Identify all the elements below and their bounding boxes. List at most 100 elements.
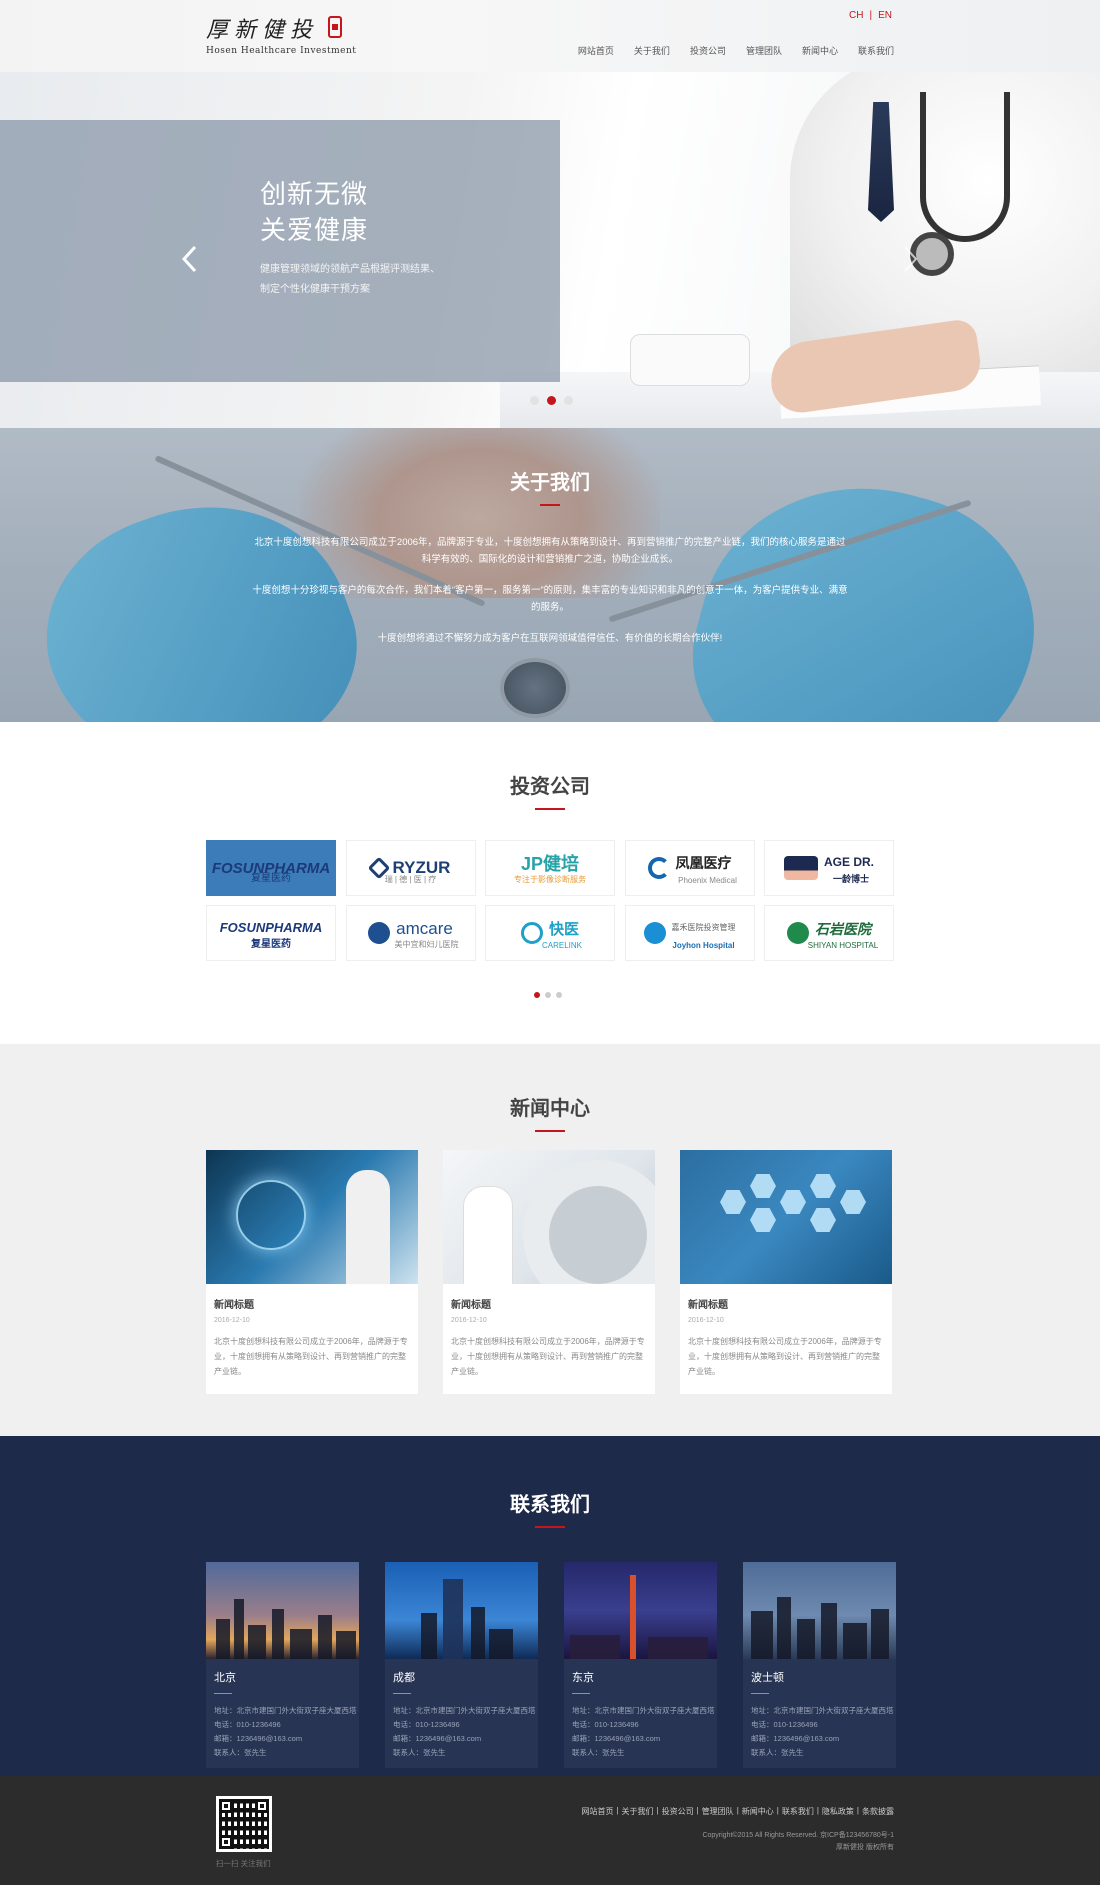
city-image: [564, 1562, 717, 1659]
portfolio-page-dot-3[interactable]: [556, 992, 562, 998]
office-card[interactable]: 成都 地址：北京市建国门外大街双子座大厦西塔 电话：010-1236496 邮箱…: [385, 1562, 538, 1768]
about-paragraph: 十度创想十分珍视与客户的每次合作，我们本着“客户第一，服务第一”的原则，集丰富的…: [252, 585, 848, 613]
office-card[interactable]: 东京 地址：北京市建国门外大街双子座大厦西塔 电话：010-1236496 邮箱…: [564, 1562, 717, 1768]
portfolio-logo-card[interactable]: amcare 美中宜和妇儿医院: [345, 905, 476, 961]
portfolio-logo-card[interactable]: RYZUR 瑞 | 德 | 医 | 疗: [345, 840, 476, 896]
office-city-name: 东京: [572, 1672, 594, 1684]
nav-about[interactable]: 关于我们: [634, 44, 670, 57]
portfolio-logo-card[interactable]: JP健培 专注于影像诊断服务: [485, 840, 615, 896]
portfolio-logo-grid: FOSUNPHARMA 复星医药 RYZUR 瑞 | 德 | 医 | 疗 JP健…: [206, 840, 896, 961]
office-card[interactable]: 波士顿 地址：北京市建国门外大街双子座大厦西塔 电话：010-1236496 邮…: [743, 1562, 896, 1768]
news-card-date: 2016-12-10: [688, 1317, 724, 1324]
footer-link-contact[interactable]: 联系我们: [782, 1806, 814, 1817]
lang-en-link[interactable]: EN: [878, 10, 892, 21]
qr-label: 扫一扫 关注我们: [216, 1859, 271, 1868]
office-email: 邮箱：1236496@163.com: [214, 1734, 303, 1743]
about-title: 关于我们: [510, 472, 590, 494]
slider-prev-arrow-icon[interactable]: [180, 244, 200, 274]
portfolio-title-underline: [535, 808, 565, 810]
slider-dots: [530, 396, 573, 405]
portfolio-title: 投资公司: [510, 776, 590, 798]
news-image: [206, 1150, 418, 1284]
nav-contact[interactable]: 联系我们: [858, 44, 894, 57]
footer-link-home[interactable]: 网站首页: [581, 1806, 613, 1817]
news-image: [443, 1150, 655, 1284]
news-title-underline: [535, 1130, 565, 1132]
footer-link-team[interactable]: 管理团队: [702, 1806, 734, 1817]
logo[interactable]: 厚新健投 Hosen Healthcare Investment: [206, 12, 366, 60]
office-city-name: 波士顿: [751, 1672, 784, 1684]
news-card-description: 北京十度创想科技有限公司成立于2006年，品牌源于专业，十度创想拥有从策略到设计…: [451, 1337, 645, 1376]
footer-link-terms[interactable]: 条款披露: [862, 1806, 894, 1817]
news-title: 新闻中心: [510, 1098, 590, 1120]
office-address: 地址：北京市建国门外大街双子座大厦西塔: [751, 1706, 894, 1715]
nav-home[interactable]: 网站首页: [578, 44, 614, 57]
portfolio-logo-card[interactable]: FOSUNPHARMA 复星医药: [206, 840, 336, 896]
office-contact-person: 联系人：张先生: [393, 1748, 446, 1757]
office-city-name: 北京: [214, 1672, 236, 1684]
portfolio-page-dot-1[interactable]: [534, 992, 540, 998]
slider-next-arrow-icon[interactable]: [900, 244, 920, 274]
slider-dot-2[interactable]: [547, 396, 556, 405]
hero-description: 健康管理领域的领航产品根据评测结果、 制定个性化健康干预方案: [260, 264, 440, 295]
office-email: 邮箱：1236496@163.com: [393, 1734, 482, 1743]
office-list: 北京 地址：北京市建国门外大街双子座大厦西塔 电话：010-1236496 邮箱…: [206, 1562, 896, 1768]
main-nav: 网站首页 关于我们 投资公司 管理团队 新闻中心 联系我们: [558, 44, 894, 57]
qr-code-icon: [216, 1796, 272, 1852]
news-card[interactable]: 新闻标题 2016-12-10 北京十度创想科技有限公司成立于2006年，品牌源…: [443, 1150, 655, 1394]
news-section: 新闻中心 新闻标题 2016-12-10 北京十度创想科技有限公司成立于2006…: [0, 1044, 1100, 1436]
portfolio-logo-card[interactable]: 石岩医院 SHIYAN HOSPITAL: [764, 905, 894, 961]
office-contact-person: 联系人：张先生: [751, 1748, 804, 1757]
portfolio-logo-card[interactable]: 嘉禾医院投资管理 Joyhon Hospital: [624, 905, 755, 961]
about-paragraph: 十度创想将通过不懈努力成为客户在互联网领域值得信任、有价值的长期合作伙伴!: [377, 633, 723, 644]
contact-section: 联系我们 北京 地址：北京市建国门外大街双子座大厦西塔 电话：010-12364…: [0, 1436, 1100, 1776]
city-image: [385, 1562, 538, 1659]
office-email: 邮箱：1236496@163.com: [751, 1734, 840, 1743]
news-card-description: 北京十度创想科技有限公司成立于2006年，品牌源于专业，十度创想拥有从策略到设计…: [688, 1337, 882, 1376]
office-contact-person: 联系人：张先生: [214, 1748, 267, 1757]
hero-slider: 创新无微 关爱健康 健康管理领域的领航产品根据评测结果、 制定个性化健康干预方案: [0, 72, 1100, 428]
portfolio-page-dot-2[interactable]: [545, 992, 551, 998]
about-text: 北京十度创想科技有限公司成立于2006年，品牌源于专业，十度创想拥有从策略到设计…: [250, 534, 850, 661]
news-card-title: 新闻标题: [214, 1300, 254, 1311]
nav-news[interactable]: 新闻中心: [802, 44, 838, 57]
about-title-underline: [540, 504, 560, 506]
city-image: [743, 1562, 896, 1659]
nav-portfolio[interactable]: 投资公司: [690, 44, 726, 57]
logo-english: Hosen Healthcare Investment: [206, 46, 357, 56]
portfolio-logo-card[interactable]: AGE DR. 一龄博士: [764, 840, 894, 896]
news-card-description: 北京十度创想科技有限公司成立于2006年，品牌源于专业，十度创想拥有从策略到设计…: [214, 1337, 408, 1376]
office-card[interactable]: 北京 地址：北京市建国门外大街双子座大厦西塔 电话：010-1236496 邮箱…: [206, 1562, 359, 1768]
language-switch: CH | EN: [849, 10, 892, 21]
lang-ch-link[interactable]: CH: [849, 10, 863, 21]
portfolio-logo-card[interactable]: 快医 CARELINK: [485, 905, 615, 961]
slider-dot-3[interactable]: [564, 396, 573, 405]
logo-chinese: 厚新健投: [206, 18, 319, 43]
news-card[interactable]: 新闻标题 2016-12-10 北京十度创想科技有限公司成立于2006年，品牌源…: [680, 1150, 892, 1394]
footer-link-portfolio[interactable]: 投资公司: [662, 1806, 694, 1817]
copyright: Copyright©2015 All Rights Reserved. 京ICP…: [702, 1832, 894, 1851]
about-paragraph: 北京十度创想科技有限公司成立于2006年，品牌源于专业，十度创想拥有从策略到设计…: [254, 537, 846, 565]
slider-dot-1[interactable]: [530, 396, 539, 405]
footer-link-about[interactable]: 关于我们: [622, 1806, 654, 1817]
nav-team[interactable]: 管理团队: [746, 44, 782, 57]
office-phone: 电话：010-1236496: [751, 1720, 818, 1729]
office-contact-person: 联系人：张先生: [572, 1748, 625, 1757]
footer-link-privacy[interactable]: 隐私政策: [822, 1806, 854, 1817]
office-phone: 电话：010-1236496: [572, 1720, 639, 1729]
office-address: 地址：北京市建国门外大街双子座大厦西塔: [214, 1706, 357, 1715]
hero-image: [500, 72, 1100, 428]
contact-title-underline: [535, 1526, 565, 1528]
office-phone: 电话：010-1236496: [393, 1720, 460, 1729]
news-card[interactable]: 新闻标题 2016-12-10 北京十度创想科技有限公司成立于2006年，品牌源…: [206, 1150, 418, 1394]
portfolio-logo-card[interactable]: FOSUNPHARMA 复星医药: [206, 905, 336, 961]
news-card-title: 新闻标题: [688, 1300, 728, 1311]
about-section: 关于我们 北京十度创想科技有限公司成立于2006年，品牌源于专业，十度创想拥有从…: [0, 428, 1100, 722]
office-address: 地址：北京市建国门外大街双子座大厦西塔: [393, 1706, 536, 1715]
footer-link-news[interactable]: 新闻中心: [742, 1806, 774, 1817]
footer-links: 网站首页 | 关于我们 | 投资公司 | 管理团队 | 新闻中心 | 联系我们 | 隐私政策…: [581, 1806, 894, 1817]
logo-seal-icon: [328, 16, 342, 38]
portfolio-logo-card[interactable]: 凤凰医疗 Phoenix Medical: [624, 840, 755, 896]
office-city-name: 成都: [393, 1672, 415, 1684]
office-phone: 电话：010-1236496: [214, 1720, 281, 1729]
